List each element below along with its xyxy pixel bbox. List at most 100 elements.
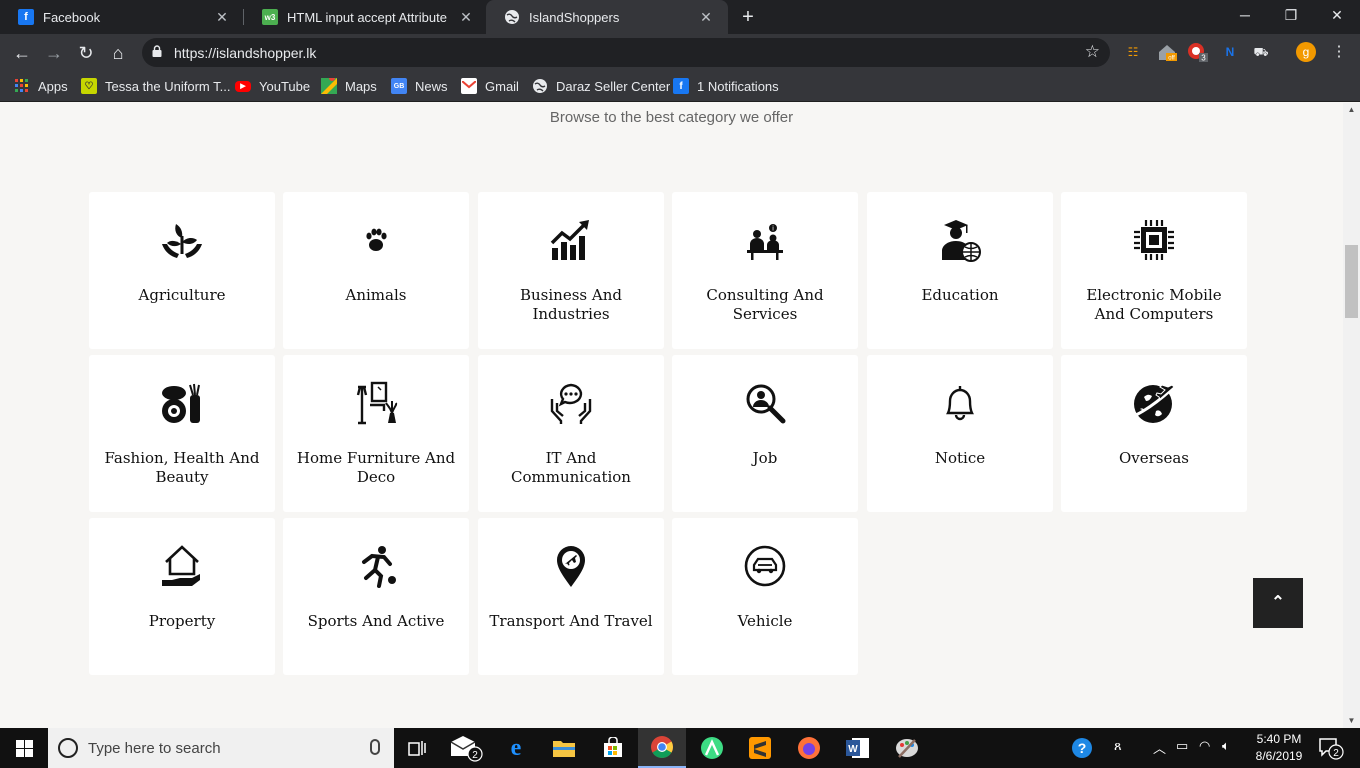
close-icon[interactable]: ✕: [214, 9, 230, 26]
scroll-down-arrow-icon[interactable]: ▼: [1343, 714, 1360, 728]
home-icon[interactable]: ⌂: [105, 40, 131, 66]
profile-avatar[interactable]: g: [1296, 42, 1316, 62]
bookmark-news[interactable]: GB News: [391, 76, 448, 96]
category-label: Sports And Active: [307, 612, 445, 630]
tab-w3schools[interactable]: w3 HTML input accept Attribute ✕: [244, 0, 488, 34]
category-notice[interactable]: Notice: [867, 355, 1053, 512]
bookmark-tessa[interactable]: ♡ Tessa the Uniform T...: [81, 76, 230, 96]
close-icon[interactable]: ✕: [458, 9, 474, 26]
task-view-icon[interactable]: [394, 728, 442, 768]
action-center-icon[interactable]: 2: [1318, 736, 1344, 763]
tab-islandshoppers[interactable]: IslandShoppers ✕: [486, 0, 728, 34]
word-icon[interactable]: W: [834, 728, 882, 768]
category-consulting-and-services[interactable]: i Consulting And Services: [672, 192, 858, 349]
category-label: Notice: [934, 449, 986, 467]
bookmark-facebook-notifications[interactable]: f 1 Notifications: [673, 76, 779, 96]
scroll-to-top-button[interactable]: ⌃: [1253, 578, 1303, 628]
volume-icon[interactable]: 🔈︎: [1222, 738, 1230, 754]
file-explorer-icon[interactable]: [540, 728, 588, 768]
mail-icon[interactable]: 2: [442, 728, 490, 768]
search-placeholder: Type here to search: [88, 740, 221, 757]
extension-list-icon[interactable]: ☷: [1123, 42, 1143, 62]
scrollbar-thumb[interactable]: [1345, 245, 1358, 318]
page-scrollbar[interactable]: ▲ ▼: [1343, 103, 1360, 728]
wifi-icon[interactable]: ◠: [1199, 738, 1210, 754]
category-fashion-health-and-beauty[interactable]: Fashion, Health And Beauty: [89, 355, 275, 512]
category-property[interactable]: Property: [89, 518, 275, 675]
chevron-up-icon[interactable]: ︿: [1153, 738, 1166, 757]
system-clock[interactable]: 5:40 PM 8/6/2019: [1248, 731, 1310, 765]
svg-text:?: ?: [1078, 740, 1087, 756]
category-label: Vehicle: [737, 612, 793, 630]
firefox-icon[interactable]: [785, 728, 833, 768]
back-arrow-icon[interactable]: ←: [9, 40, 35, 66]
forward-arrow-icon[interactable]: →: [41, 40, 67, 66]
paint-icon[interactable]: [883, 728, 931, 768]
extension-n-icon[interactable]: N: [1220, 42, 1240, 62]
chrome-icon[interactable]: [638, 728, 686, 768]
globe-icon: [532, 78, 548, 94]
facebook-icon: f: [18, 9, 34, 25]
category-sports-and-active[interactable]: Sports And Active: [283, 518, 469, 675]
category-overseas[interactable]: Overseas: [1061, 355, 1247, 512]
furniture-icon: [354, 381, 398, 425]
people-icon[interactable]: ጸ: [1114, 738, 1122, 754]
microphone-icon[interactable]: [370, 739, 380, 755]
close-window-button[interactable]: ✕: [1314, 0, 1360, 30]
windows-start-button[interactable]: [0, 728, 48, 768]
menu-kebab-icon[interactable]: ⋮: [1329, 42, 1349, 62]
address-bar[interactable]: https://islandshopper.lk ☆: [142, 38, 1110, 67]
bookmark-apps[interactable]: Apps: [14, 76, 68, 96]
plane-globe-icon: [1132, 381, 1176, 425]
battery-icon[interactable]: ▭: [1176, 738, 1188, 754]
category-agriculture[interactable]: Agriculture: [89, 192, 275, 349]
edge-browser-icon[interactable]: e: [492, 728, 540, 768]
tab-facebook[interactable]: f Facebook ✕: [0, 0, 244, 34]
tessa-icon: ♡: [81, 78, 97, 94]
category-electronic-mobile-and-computers[interactable]: Electronic Mobile And Computers: [1061, 192, 1247, 349]
category-education[interactable]: Education: [867, 192, 1053, 349]
w3schools-icon: w3: [262, 9, 278, 25]
minimize-button[interactable]: ─: [1222, 0, 1268, 30]
extension-badge-icon[interactable]: 3: [1187, 42, 1208, 63]
microsoft-store-icon[interactable]: [589, 728, 637, 768]
sublime-text-icon[interactable]: [736, 728, 784, 768]
android-studio-icon[interactable]: [688, 728, 736, 768]
category-business-and-industries[interactable]: Business And Industries: [478, 192, 664, 349]
extension-cast-icon[interactable]: ⛟: [1251, 42, 1271, 62]
category-job[interactable]: Job: [672, 355, 858, 512]
bookmark-daraz[interactable]: Daraz Seller Center: [532, 76, 670, 96]
svg-text:off: off: [1168, 56, 1175, 62]
browser-toolbar: ← → ↻ ⌂ https://islandshopper.lk ☆ ☷ off…: [0, 34, 1360, 71]
help-icon[interactable]: ?: [1071, 737, 1093, 762]
restore-button[interactable]: ❐: [1268, 0, 1314, 30]
bookmark-label: 1 Notifications: [697, 78, 779, 94]
category-vehicle[interactable]: Vehicle: [672, 518, 858, 675]
bookmark-star-icon[interactable]: ☆: [1085, 42, 1100, 62]
job-search-icon: [743, 381, 787, 425]
bookmark-maps[interactable]: Maps: [321, 76, 377, 96]
scroll-up-arrow-icon[interactable]: ▲: [1343, 103, 1360, 117]
bookmark-gmail[interactable]: Gmail: [461, 76, 519, 96]
extension-home-icon[interactable]: off: [1157, 42, 1177, 62]
lock-icon: [152, 45, 162, 57]
house-hand-icon: [160, 544, 204, 588]
paw-icon: [354, 218, 398, 262]
cortana-icon: [58, 738, 78, 758]
tab-title: IslandShoppers: [529, 9, 620, 25]
category-transport-and-travel[interactable]: Transport And Travel: [478, 518, 664, 675]
bookmark-youtube[interactable]: ▶ YouTube: [235, 76, 310, 96]
url-text: https://islandshopper.lk: [174, 45, 317, 61]
taskbar-search-box[interactable]: Type here to search: [48, 728, 394, 768]
new-tab-button[interactable]: +: [736, 5, 760, 29]
svg-text:W: W: [848, 744, 858, 755]
category-animals[interactable]: Animals: [283, 192, 469, 349]
category-home-furniture-and-deco[interactable]: Home Furniture And Deco: [283, 355, 469, 512]
category-label: Consulting And Services: [706, 286, 824, 323]
category-it-and-communication[interactable]: IT And Communication: [478, 355, 664, 512]
bookmark-label: Daraz Seller Center: [556, 78, 671, 94]
reload-icon[interactable]: ↻: [73, 40, 99, 66]
close-icon[interactable]: ✕: [698, 9, 714, 26]
chat-hands-icon: [549, 381, 593, 425]
cosmetics-icon: [160, 381, 204, 425]
